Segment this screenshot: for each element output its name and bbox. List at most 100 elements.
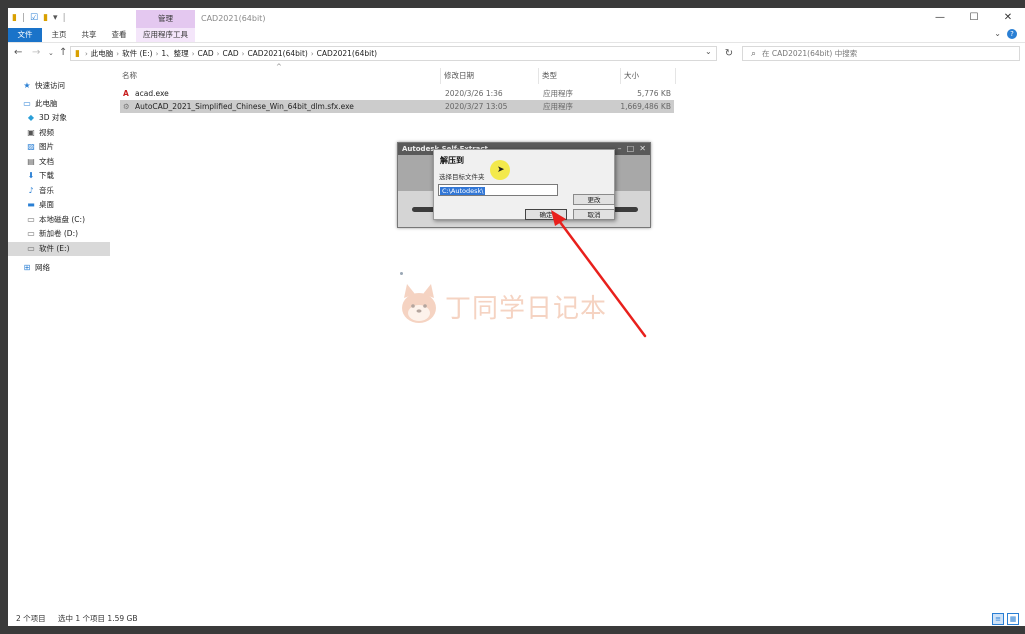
sidebar-item-3d-objects[interactable]: ◆ 3D 对象 [8,111,128,125]
divider: | [62,13,66,23]
breadcrumb[interactable]: 软件 (E:) [122,48,153,59]
tab-share[interactable]: 共享 [74,28,104,42]
file-date: 2020/3/26 1:36 [445,89,503,98]
cancel-button[interactable]: 取消 [573,209,615,220]
drive-icon: ▭ [27,244,35,253]
view-switcher: ≡ ▦ [992,612,1019,625]
autocad-icon: A [123,89,129,98]
window-title: CAD2021(64bit) [201,14,266,23]
quick-access-toolbar: ▮ | ☑ ▮ ▾ | [12,13,66,23]
window-controls: — ☐ ✕ [923,8,1025,28]
installer-icon: ⚙ [123,102,130,111]
details-view-icon[interactable]: ≡ [992,613,1004,625]
sidebar-item-desktop[interactable]: ▬ 桌面 [8,198,128,212]
shiba-dog-icon [402,284,436,323]
ok-button[interactable]: 确定 [525,209,567,220]
column-header-date[interactable]: 修改日期 [444,69,474,83]
folder-icon: ▮ [75,48,80,59]
breadcrumb[interactable]: 此电脑 [91,48,114,59]
change-button[interactable]: 更改 [573,194,615,205]
destination-path-input[interactable]: C:\Autodesk\ [438,184,558,196]
customize-dropdown-icon[interactable]: ▾ [53,13,58,23]
dialog-subtitle: 选择目标文件夹 [439,173,485,181]
help-icon[interactable]: ? [1007,29,1017,39]
context-tab-manage[interactable]: 管理 [136,10,195,28]
sidebar-item-pictures[interactable]: ▨ 图片 [8,140,128,154]
file-type: 应用程序 [543,102,573,111]
file-date: 2020/3/27 13:05 [445,102,508,111]
maximize-icon[interactable]: □ [627,144,635,153]
video-icon: ▣ [27,128,35,137]
breadcrumb[interactable]: 1、整理 [161,48,188,59]
ribbon-expand-icon[interactable]: ⌄ [994,29,1001,38]
tab-home[interactable]: 主页 [44,28,74,42]
column-header-name[interactable]: 名称 [122,69,137,83]
minimize-icon[interactable]: – [618,144,622,153]
sidebar-item-drive-d[interactable]: ▭ 新加卷 (D:) [8,227,128,241]
forward-arrow-icon[interactable]: → [32,47,40,58]
sidebar-item-this-pc[interactable]: ▭ 此电脑 [8,97,124,111]
sidebar-item-documents[interactable]: ▤ 文档 [8,155,128,169]
search-input[interactable]: ⌕ 在 CAD2021(64bit) 中搜索 [742,46,1020,61]
maximize-icon[interactable]: ☐ [957,8,991,28]
tab-app-tools[interactable]: 应用程序工具 [136,28,195,42]
address-row: ← → ⌄ ↑ ▮ › 此电脑 › 软件 (E:) › 1、整理 › CAD ›… [8,45,1025,63]
decorative-dot [400,272,403,275]
item-count: 2 个项目 [16,614,46,623]
mouse-pointer-icon: ➤ [497,165,505,175]
drive-icon: ▭ [27,229,35,238]
folder-icon[interactable]: ▮ [12,13,17,23]
computer-icon: ▭ [23,99,31,108]
file-name: AutoCAD_2021_Simplified_Chinese_Win_64bi… [135,102,354,111]
file-name: acad.exe [135,89,169,98]
sidebar-item-music[interactable]: ♪ 音乐 [8,184,128,198]
watermark: 丁同学日记本 [397,282,627,332]
document-icon: ▤ [27,157,35,166]
address-bar[interactable]: ▮ › 此电脑 › 软件 (E:) › 1、整理 › CAD › CAD › C… [70,46,717,61]
sidebar-item-videos[interactable]: ▣ 视频 [8,126,128,140]
search-icon: ⌕ [751,48,757,59]
up-arrow-icon[interactable]: ↑ [59,47,67,58]
table-row[interactable]: ⚙ AutoCAD_2021_Simplified_Chinese_Win_64… [120,100,674,113]
close-icon[interactable]: ✕ [639,144,646,153]
sidebar-item-downloads[interactable]: ⬇ 下载 [8,169,128,183]
breadcrumb[interactable]: CAD2021(64bit) [317,49,377,58]
divider: | [21,13,25,23]
sort-ascending-icon: ^ [276,63,282,71]
download-icon: ⬇ [27,171,35,180]
refresh-icon[interactable]: ↻ [722,46,736,61]
large-icons-view-icon[interactable]: ▦ [1007,613,1019,625]
new-folder-icon[interactable]: ▮ [43,13,48,23]
cube-icon: ◆ [27,113,35,122]
destination-path-value: C:\Autodesk\ [440,187,486,195]
search-placeholder: 在 CAD2021(64bit) 中搜索 [762,49,858,58]
sidebar-item-drive-c[interactable]: ▭ 本地磁盘 (C:) [8,213,128,227]
column-header-type[interactable]: 类型 [542,69,557,83]
file-size: 5,776 KB [637,89,671,98]
breadcrumb[interactable]: CAD2021(64bit) [247,49,307,58]
navigation-pane: ★ 快速访问 ▭ 此电脑 ◆ 3D 对象 ▣ 视频 ▨ 图片 ▤ 文档 ⬇ 下载 ♪ 音乐 ▬ 桌… [8,70,110,610]
breadcrumb[interactable]: CAD [198,49,214,58]
ribbon-tabs: 文件 主页 共享 查看 应用程序工具 ⌄ ? [8,28,1025,43]
tab-view[interactable]: 查看 [104,28,134,42]
extract-to-dialog: 解压到 选择目标文件夹 C:\Autodesk\ 更改 确定 取消 [433,149,615,220]
tab-file[interactable]: 文件 [8,28,42,42]
drive-icon: ▭ [27,215,35,224]
sidebar-item-drive-e[interactable]: ▭ 软件 (E:) [8,242,110,256]
address-dropdown-icon[interactable]: ⌄ [705,47,712,56]
sidebar-item-quick-access[interactable]: ★ 快速访问 [8,79,124,93]
star-icon: ★ [23,81,31,90]
breadcrumb[interactable]: CAD [222,49,238,58]
properties-icon[interactable]: ☑ [30,13,38,23]
close-icon[interactable]: ✕ [991,8,1025,28]
self-extract-controls: – □ ✕ [618,143,646,155]
title-bar: ▮ | ☑ ▮ ▾ | 管理 CAD2021(64bit) — ☐ ✕ [8,8,1025,28]
back-arrow-icon[interactable]: ← [14,47,22,58]
minimize-icon[interactable]: — [923,8,957,28]
column-header-size[interactable]: 大小 [624,69,639,83]
recent-dropdown-icon[interactable]: ⌄ [48,49,54,57]
network-icon: ⊞ [23,263,31,272]
picture-icon: ▨ [27,142,35,151]
sidebar-item-network[interactable]: ⊞ 网络 [8,261,124,275]
table-row[interactable]: A acad.exe 2020/3/26 1:36 应用程序 5,776 KB [120,87,674,100]
